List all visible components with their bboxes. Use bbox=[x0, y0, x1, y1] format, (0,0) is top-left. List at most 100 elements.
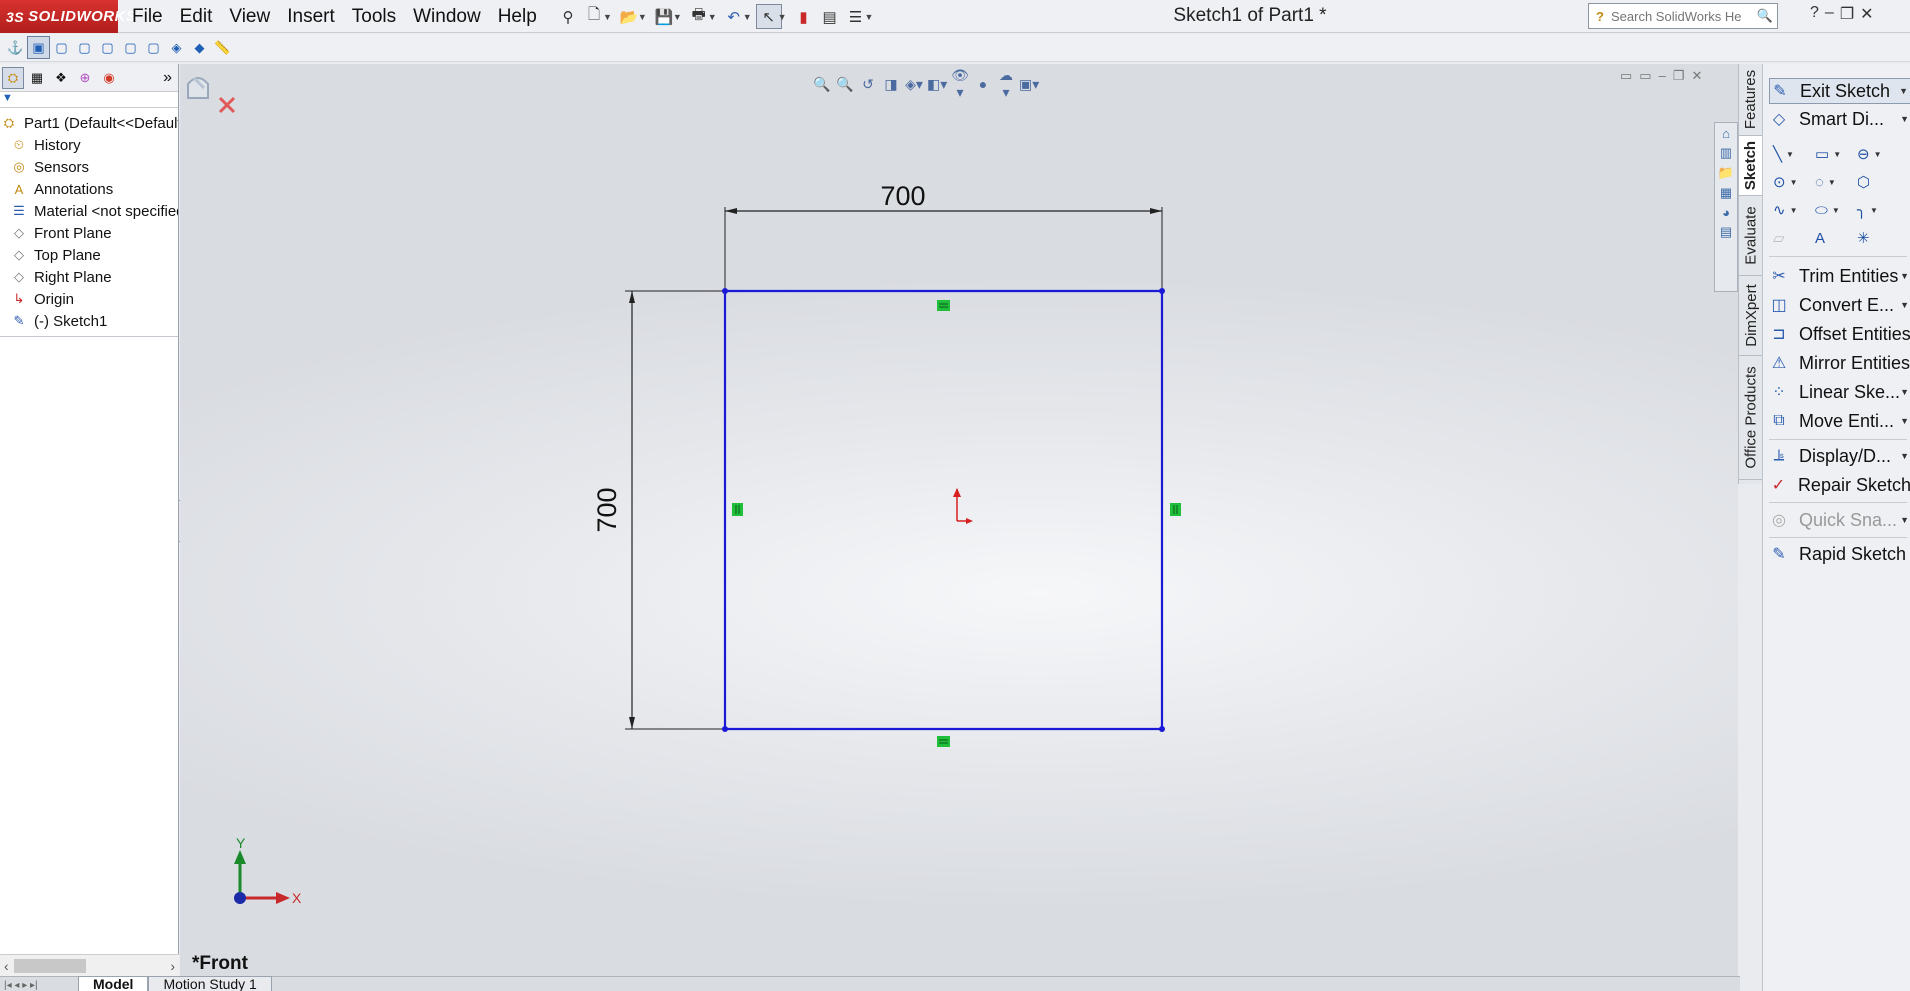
plane-tool-icon[interactable]: ▱ bbox=[1773, 229, 1815, 247]
quick-snaps-button[interactable]: ◎ Quick Sna... ▼ bbox=[1769, 507, 1910, 533]
menu-tools[interactable]: Tools bbox=[352, 6, 396, 28]
tree-item-part1[interactable]: ⛭ Part1 (Default<<Default>_Display State… bbox=[0, 112, 178, 134]
ellipse-tool-icon[interactable]: ⬭ ▼ bbox=[1815, 202, 1857, 219]
fillet-tool-icon[interactable]: ╮ ▼ bbox=[1857, 201, 1899, 219]
move-entities-button[interactable]: ⧉ Move Enti... ▼ bbox=[1769, 408, 1910, 434]
smart-dimension-button[interactable]: ◇ Smart Di... ▼ bbox=[1769, 106, 1910, 132]
view-palette-icon[interactable]: ▦ bbox=[1720, 185, 1732, 201]
chevron-down-icon[interactable]: ▼ bbox=[708, 12, 717, 22]
edit-appearance-icon[interactable]: ● bbox=[973, 76, 993, 92]
display-delete-relations-button[interactable]: ⫡ Display/D... ▼ bbox=[1769, 443, 1910, 469]
chevron-down-icon[interactable]: ▼ bbox=[1900, 387, 1909, 397]
close-icon[interactable]: ✕ bbox=[1860, 4, 1873, 24]
previous-view-icon[interactable]: ↺ bbox=[858, 76, 878, 93]
design-library-icon[interactable]: ▥ bbox=[1720, 145, 1732, 161]
vertical-relation-icon[interactable] bbox=[1170, 503, 1181, 516]
horizontal-scrollbar[interactable]: ‹ › bbox=[0, 954, 179, 976]
help-icon[interactable]: ? bbox=[1810, 4, 1819, 24]
viewport-restore-icon[interactable]: ❐ bbox=[1673, 68, 1685, 84]
view-settings-icon[interactable]: ▣▾ bbox=[1019, 76, 1039, 93]
solidworks-resources-icon[interactable]: ⌂ bbox=[1722, 126, 1730, 141]
section-view-icon[interactable]: ◨ bbox=[881, 76, 901, 93]
shaded-icon[interactable]: ▢ bbox=[142, 36, 165, 59]
menu-window[interactable]: Window bbox=[413, 6, 481, 28]
trim-entities-button[interactable]: ✂ Trim Entities ▼ bbox=[1769, 263, 1910, 289]
chevron-down-icon[interactable]: ▼ bbox=[778, 12, 787, 22]
chevron-down-icon[interactable]: ▼ bbox=[638, 12, 647, 22]
text-tool-icon[interactable]: A bbox=[1815, 230, 1857, 247]
tree-item-sketch1[interactable]: ✎ (-) Sketch1 bbox=[0, 310, 178, 332]
chevron-down-icon[interactable]: ▼ bbox=[603, 12, 612, 22]
offset-entities-button[interactable]: ⊐ Offset Entities bbox=[1769, 321, 1910, 347]
height-dimension[interactable]: 700 bbox=[592, 290, 725, 730]
tree-item-origin[interactable]: ↳ Origin bbox=[0, 288, 178, 310]
tab-model[interactable]: Model bbox=[78, 976, 149, 991]
chevron-down-icon[interactable]: ▼ bbox=[1900, 515, 1909, 525]
chevron-down-icon[interactable]: ▼ bbox=[865, 12, 874, 22]
tab-navigation-arrows-icon[interactable]: |◂ ◂ ▸ ▸| bbox=[0, 980, 78, 991]
custom-properties-icon[interactable]: ▤ bbox=[1720, 224, 1732, 240]
view-orientation-icon[interactable]: ◈▾ bbox=[904, 76, 924, 93]
repair-sketch-button[interactable]: ✓ Repair Sketch bbox=[1769, 472, 1910, 498]
hidden-lines-removed-icon[interactable]: ▢ bbox=[96, 36, 119, 59]
sketch-point[interactable] bbox=[722, 288, 728, 294]
cancel-sketch-x-icon[interactable] bbox=[218, 96, 236, 114]
spline-tool-icon[interactable]: ∿ ▼ bbox=[1773, 201, 1815, 219]
zoom-to-area-icon[interactable]: 🔍 bbox=[835, 76, 855, 93]
exit-sketch-button[interactable]: ✎ Exit Sketch ▼ bbox=[1769, 78, 1910, 104]
height-dimension-text[interactable]: 700 bbox=[592, 487, 622, 532]
anchor-icon[interactable]: ⚓ bbox=[4, 36, 27, 59]
line-tool-icon[interactable]: ╲ ▼ bbox=[1773, 145, 1815, 163]
hidden-lines-visible-icon[interactable]: ▢ bbox=[73, 36, 96, 59]
chevron-down-icon[interactable]: ▼ bbox=[743, 12, 752, 22]
property-manager-tab-icon[interactable]: ▦ bbox=[26, 67, 48, 89]
search-input[interactable] bbox=[1611, 8, 1741, 24]
chevron-down-icon[interactable]: ▼ bbox=[1900, 114, 1909, 124]
wireframe-icon[interactable]: ▢ bbox=[50, 36, 73, 59]
configuration-manager-tab-icon[interactable]: ❖ bbox=[50, 67, 72, 89]
cube-icon[interactable]: ◈ bbox=[165, 36, 188, 59]
scroll-left-icon[interactable]: ‹ bbox=[4, 958, 9, 974]
shaded-with-edges-icon[interactable]: ▢ bbox=[119, 36, 142, 59]
filter-icon[interactable]: ▼ bbox=[0, 92, 178, 108]
minimize-icon[interactable]: – bbox=[1825, 4, 1834, 24]
tab-evaluate[interactable]: Evaluate bbox=[1739, 196, 1763, 276]
appearances-icon[interactable]: ◕ bbox=[1722, 205, 1730, 220]
menu-view[interactable]: View bbox=[229, 6, 270, 28]
tab-dimxpert[interactable]: DimXpert bbox=[1739, 276, 1763, 356]
tree-item-sensors[interactable]: ◎ Sensors bbox=[0, 156, 178, 178]
chevron-down-icon[interactable]: ▼ bbox=[673, 12, 682, 22]
sketch-point[interactable] bbox=[1159, 726, 1165, 732]
feature-tree-tab-icon[interactable]: ⛭ bbox=[2, 66, 24, 89]
slot-tool-icon[interactable]: ⊖ ▼ bbox=[1857, 145, 1899, 163]
search-icon[interactable]: 🔍 bbox=[1757, 8, 1773, 24]
polygon-tool-icon[interactable]: ⬡ bbox=[1857, 173, 1899, 191]
display-manager-tab-icon[interactable]: ◉ bbox=[98, 67, 120, 89]
measure-icon[interactable]: 📏 bbox=[211, 36, 234, 59]
point-tool-icon[interactable]: ✳ bbox=[1857, 229, 1899, 247]
chevron-down-icon[interactable]: ▼ bbox=[1900, 300, 1909, 310]
linear-sketch-pattern-button[interactable]: ⁘ Linear Ske... ▼ bbox=[1769, 379, 1910, 405]
horizontal-relation-icon[interactable] bbox=[937, 300, 950, 311]
rectangle-tool-icon[interactable]: ▭ ▼ bbox=[1815, 145, 1857, 163]
confirmation-corner[interactable] bbox=[180, 64, 240, 124]
sketch-point[interactable] bbox=[1159, 288, 1165, 294]
width-dimension-text[interactable]: 700 bbox=[880, 181, 925, 211]
width-dimension[interactable]: 700 bbox=[724, 181, 1163, 289]
rapid-sketch-button[interactable]: ✎ Rapid Sketch bbox=[1769, 541, 1910, 567]
viewport-split-icon[interactable]: ▭ bbox=[1620, 68, 1632, 84]
convert-entities-button[interactable]: ◫ Convert E... ▼ bbox=[1769, 292, 1910, 318]
display-style-icon[interactable]: ◧▾ bbox=[927, 76, 947, 93]
search-help-box[interactable]: ? 🔍 bbox=[1588, 3, 1778, 29]
tab-office-products[interactable]: Office Products bbox=[1739, 356, 1763, 480]
chevron-down-icon[interactable]: ▼ bbox=[1900, 416, 1909, 426]
viewport-minimize-icon[interactable]: – bbox=[1659, 68, 1666, 84]
tab-motion-study-1[interactable]: Motion Study 1 bbox=[148, 976, 272, 991]
tab-sketch[interactable]: Sketch bbox=[1739, 136, 1763, 196]
viewport-close-icon[interactable]: ✕ bbox=[1691, 68, 1702, 84]
tree-item-history[interactable]: ⏲ History bbox=[0, 134, 178, 156]
tree-item-top-plane[interactable]: ◇ Top Plane bbox=[0, 244, 178, 266]
chevron-down-icon[interactable]: ▼ bbox=[1900, 271, 1909, 281]
mirror-entities-button[interactable]: ⚠ Mirror Entities bbox=[1769, 350, 1910, 376]
dimxpert-manager-tab-icon[interactable]: ⊕ bbox=[74, 67, 96, 89]
